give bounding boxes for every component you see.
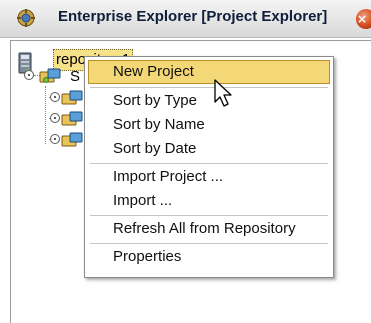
project-node-icon — [61, 111, 83, 126]
menu-item-import[interactable]: Import ... — [88, 189, 330, 213]
menu-item-sort-by-name[interactable]: Sort by Name — [88, 113, 330, 137]
tree-expander[interactable] — [24, 70, 34, 80]
project-node-icon — [39, 68, 61, 83]
window-title: Enterprise Explorer [Project Explorer] — [58, 8, 328, 25]
menu-item-sort-by-date[interactable]: Sort by Date — [88, 137, 330, 161]
explorer-icon — [17, 9, 35, 27]
menu-item-sort-by-type[interactable]: Sort by Type — [88, 89, 330, 113]
enterprise-explorer-window: Enterprise Explorer [Project Explorer] ×… — [0, 0, 371, 323]
menu-item-import-project[interactable]: Import Project ... — [88, 165, 330, 189]
menu-separator — [90, 163, 328, 164]
title-bar[interactable]: Enterprise Explorer [Project Explorer] × — [0, 0, 371, 38]
menu-separator — [90, 243, 328, 244]
tree-expander[interactable] — [50, 92, 60, 102]
context-menu: New Project Sort by Type Sort by Name So… — [84, 56, 334, 278]
tree-node-label[interactable]: S — [70, 68, 80, 85]
project-node-icon — [61, 132, 83, 147]
mouse-pointer-icon — [214, 79, 232, 107]
close-icon[interactable]: × — [356, 9, 371, 29]
menu-item-new-project[interactable]: New Project — [88, 60, 330, 84]
tree-expander[interactable] — [50, 134, 60, 144]
menu-separator — [90, 87, 328, 88]
menu-item-properties[interactable]: Properties — [88, 245, 330, 269]
menu-item-refresh-all[interactable]: Refresh All from Repository — [88, 217, 330, 241]
project-node-icon — [61, 90, 83, 105]
tree-connector — [45, 86, 46, 144]
menu-separator — [90, 215, 328, 216]
tree-expander[interactable] — [50, 113, 60, 123]
